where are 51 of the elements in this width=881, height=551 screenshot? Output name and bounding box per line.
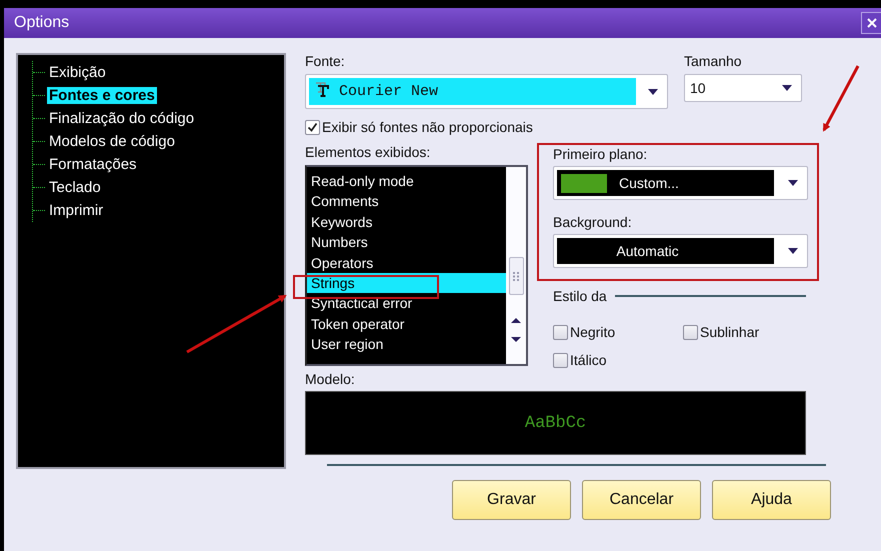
combo-box[interactable]: Courier New [305,74,668,109]
list-item[interactable]: Token operator [307,314,506,334]
group-label: Estilo da [553,288,607,304]
checkbox-label: Itálico [570,352,607,368]
field-label: Fonte: [305,53,346,69]
list-item[interactable]: Comments [307,191,506,212]
window-title: Options [14,14,70,32]
tree-item[interactable]: Exibição [33,61,108,84]
close-icon [866,18,876,28]
field-label: Modelo: [305,371,356,387]
scrollbar[interactable] [506,167,526,364]
scroll-down-icon[interactable] [510,336,522,343]
list-item[interactable]: Strings [307,272,506,294]
dialog-button[interactable]: Cancelar [582,480,701,520]
list-item[interactable]: Keywords [307,212,506,232]
checkbox-label: Negrito [570,324,616,340]
checkbox[interactable] [683,324,698,340]
checkbox[interactable] [553,352,568,368]
dialog-button[interactable]: Ajuda [712,480,831,520]
scroll-thumb[interactable] [508,257,524,295]
tree-item[interactable]: Formatações [33,153,139,176]
annotation-arrow [822,65,860,132]
checkbox-label: Exibir só fontes não proporcionais [322,119,533,135]
combo-value: Courier New [339,83,440,100]
field-label: Elementos exibidos: [305,144,432,160]
scroll-up-icon[interactable] [510,317,522,324]
field-label: Primeiro plano: [553,146,648,162]
list-item[interactable]: Syntactical error [307,293,506,314]
tree-item[interactable]: Imprimir [33,199,106,222]
combo-box[interactable]: Automatic [553,234,808,268]
list-item[interactable]: Read-only mode [307,171,506,192]
tree-item[interactable]: Modelos de código [33,130,177,153]
field-label: Tamanho [684,53,743,69]
checkbox[interactable] [553,324,568,340]
list-item[interactable]: Numbers [307,232,506,253]
field-label: Background: [553,214,633,230]
list-item[interactable]: Operators [307,252,506,273]
combo-value: Custom... [618,175,680,191]
close-button[interactable] [861,12,881,34]
tree-item[interactable]: Teclado [33,176,103,199]
combo-box[interactable]: 10 [684,74,802,102]
checkbox-label: Sublinhar [700,324,760,340]
combo-value: 10 [690,80,707,96]
dialog-button[interactable]: Gravar [452,480,571,520]
tree-item[interactable]: Finalização do código [33,107,196,130]
combo-box[interactable]: Custom... [553,166,808,200]
checkbox[interactable] [305,120,320,134]
list-box[interactable]: Read-only mode Comments Keywords Numbers Operators Strings Syntactical error Token operator User region [305,165,528,366]
combo-value: Automatic [615,243,680,259]
list-item[interactable]: User region [307,334,506,355]
preview-sample-text: AaBbCc [524,414,586,432]
